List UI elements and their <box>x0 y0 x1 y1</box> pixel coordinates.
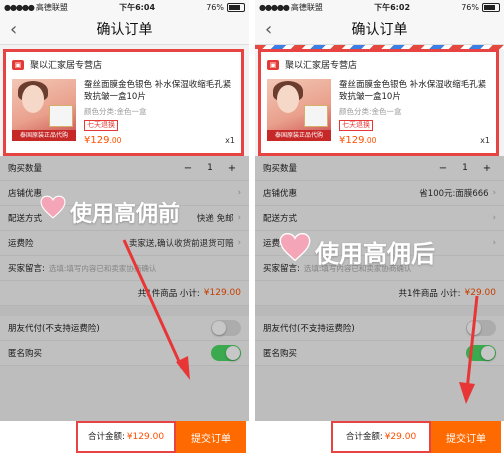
friend-pay-row: 朋友代付(不支持运费险) <box>255 316 504 341</box>
quantity-value[interactable]: 1 <box>456 163 474 173</box>
subtotal-value: ¥29.00 <box>464 288 497 298</box>
shop-name: 聚以汇家居专营店 <box>285 61 358 71</box>
chevron-right-icon: › <box>237 238 241 248</box>
shop-icon: ▣ <box>12 59 24 70</box>
anonymous-row: 匿名购买 <box>255 341 504 366</box>
signal-icon: ●●●●● <box>4 2 35 12</box>
product-row[interactable]: 泰国原装正品代购 蚕丝面膜金色银色 补水保湿收缩毛孔紧致抗皱一盒10片 颜色分类… <box>6 71 241 147</box>
discount-row[interactable]: 店铺优惠 省100元:面膜666 › <box>255 181 504 206</box>
minus-button[interactable]: − <box>179 163 197 174</box>
subtotal-row: 共1件商品 小计: ¥129.00 <box>0 281 249 306</box>
shop-header[interactable]: ▣ 聚以汇家居专营店 <box>6 52 241 71</box>
heart-icon <box>279 232 311 262</box>
friend-pay-toggle[interactable] <box>466 320 496 336</box>
product-row[interactable]: 泰国原装正品代购 蚕丝面膜金色银色 补水保湿收缩毛孔紧致抗皱一盒10片 颜色分类… <box>261 71 496 147</box>
screen-after: ●●●●● 高德联盟 下午6:02 76% ‹ 确认订单 ▣ 聚以汇家居专营店 … <box>255 0 504 453</box>
page-title: 确认订单 <box>96 22 153 38</box>
caption-label: 使用高佣后 <box>315 240 435 268</box>
back-icon[interactable]: ‹ <box>265 19 272 40</box>
order-item-card: ▣ 聚以汇家居专营店 泰国原装正品代购 蚕丝面膜金色银色 补水保湿收缩毛孔紧致抗… <box>258 49 499 156</box>
battery-icon <box>227 2 245 12</box>
shop-header[interactable]: ▣ 聚以汇家居专营店 <box>261 52 496 71</box>
shop-icon: ▣ <box>267 59 279 70</box>
battery-icon <box>482 2 500 12</box>
status-bar: ●●●●● 高德联盟 下午6:04 76% <box>0 0 249 14</box>
delivery-row[interactable]: 配送方式 › <box>255 206 504 231</box>
friend-pay-row: 朋友代付(不支持运费险) <box>0 316 249 341</box>
total-amount: 合计金额: ¥29.00 <box>331 421 431 453</box>
order-item-card: ▣ 聚以汇家居专营店 泰国原装正品代购 蚕丝面膜金色银色 补水保湿收缩毛孔紧致抗… <box>3 49 244 156</box>
chevron-right-icon: › <box>237 188 241 198</box>
product-price: ¥129.00 <box>339 135 377 146</box>
battery-percent: 76% <box>206 2 224 12</box>
anonymous-toggle[interactable] <box>466 345 496 361</box>
product-name: 蚕丝面膜金色银色 补水保湿收缩毛孔紧致抗皱一盒10片 <box>339 80 487 102</box>
shop-name: 聚以汇家居专营店 <box>30 61 103 71</box>
nav-bar: ‹ 确认订单 <box>255 14 504 45</box>
friend-pay-toggle[interactable] <box>211 320 241 336</box>
product-name: 蚕丝面膜金色银色 补水保湿收缩毛孔紧致抗皱一盒10片 <box>84 80 232 102</box>
product-spec: 颜色分类:金色一盒 <box>84 107 147 116</box>
carrier-label: 高德联盟 <box>290 2 323 12</box>
page-title: 确认订单 <box>351 22 408 38</box>
clock: 下午6:02 <box>374 2 411 12</box>
chevron-right-icon: › <box>492 188 496 198</box>
quantity-value[interactable]: 1 <box>201 163 219 173</box>
chevron-right-icon: › <box>492 238 496 248</box>
total-amount: 合计金额: ¥129.00 <box>76 421 176 453</box>
bottom-bar: 合计金额: ¥29.00 提交订单 <box>255 421 504 453</box>
anonymous-row: 匿名购买 <box>0 341 249 366</box>
battery-percent: 76% <box>461 2 479 12</box>
insurance-row[interactable]: 运费险 卖家送,确认收货前退货可赔 › <box>0 231 249 256</box>
message-row[interactable]: 买家留言: 选填:填写内容已和卖家协商确认 <box>0 256 249 281</box>
quantity-row: 购买数量 − 1 + <box>255 156 504 181</box>
subtotal-value: ¥129.00 <box>203 288 241 298</box>
clock: 下午6:04 <box>119 2 156 12</box>
minus-button[interactable]: − <box>434 163 452 174</box>
plus-button[interactable]: + <box>223 163 241 174</box>
product-thumbnail: 泰国原装正品代购 <box>12 79 76 141</box>
chevron-right-icon: › <box>237 213 241 223</box>
bottom-bar: 合计金额: ¥129.00 提交订单 <box>0 421 249 453</box>
return-tag: 七天退换 <box>84 120 118 131</box>
submit-order-button[interactable]: 提交订单 <box>431 421 501 453</box>
caption-label: 使用高佣前 <box>70 202 181 227</box>
back-icon[interactable]: ‹ <box>10 19 17 40</box>
product-thumbnail: 泰国原装正品代购 <box>267 79 331 141</box>
product-price: ¥129.00 <box>84 135 122 146</box>
product-qty: x1 <box>225 136 235 145</box>
subtotal-row: 共1件商品 小计: ¥29.00 <box>255 281 504 306</box>
nav-bar: ‹ 确认订单 <box>0 14 249 45</box>
screen-before: ●●●●● 高德联盟 下午6:04 76% ‹ 确认订单 ▣ 聚以汇家居专营店 … <box>0 0 249 453</box>
return-tag: 七天退换 <box>339 120 373 131</box>
product-spec: 颜色分类:金色一盒 <box>339 107 402 116</box>
signal-icon: ●●●●● <box>259 2 290 12</box>
thumb-badge: 泰国原装正品代购 <box>267 130 331 141</box>
carrier-label: 高德联盟 <box>35 2 68 12</box>
submit-order-button[interactable]: 提交订单 <box>176 421 246 453</box>
plus-button[interactable]: + <box>478 163 496 174</box>
anonymous-toggle[interactable] <box>211 345 241 361</box>
chevron-right-icon: › <box>492 213 496 223</box>
heart-icon <box>40 195 66 219</box>
status-bar: ●●●●● 高德联盟 下午6:02 76% <box>255 0 504 14</box>
product-qty: x1 <box>480 136 490 145</box>
message-input[interactable]: 选填:填写内容已和卖家协商确认 <box>49 263 241 274</box>
quantity-row: 购买数量 − 1 + <box>0 156 249 181</box>
thumb-badge: 泰国原装正品代购 <box>12 130 76 141</box>
